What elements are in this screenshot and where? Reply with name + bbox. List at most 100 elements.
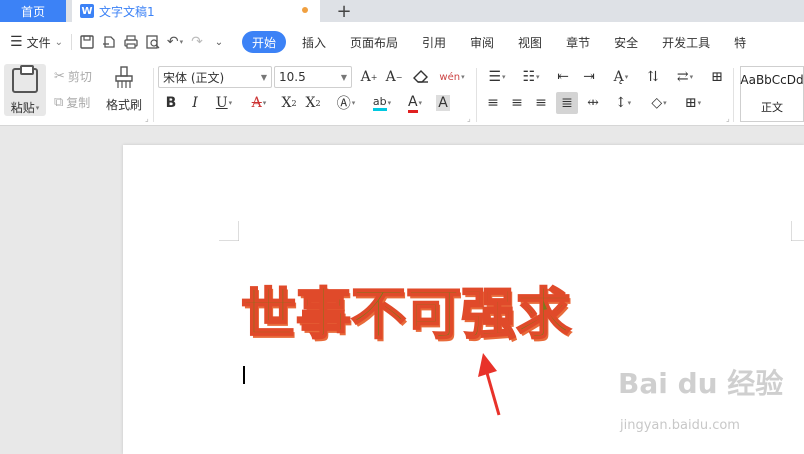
shrink-font-button[interactable]: A − [383,66,405,88]
chevron-down-icon: ▾ [351,99,356,107]
tab-chapter[interactable]: 章节 [554,31,602,53]
font-dialog-launcher-icon[interactable]: ⌟ [467,114,471,123]
ribbon-divider [733,68,734,122]
text-direction-icon: Ą [613,69,624,85]
save-icon[interactable] [76,30,98,54]
print-preview-icon[interactable] [142,30,164,54]
print-icon[interactable] [120,30,142,54]
format-painter-button[interactable]: 格式刷 [104,66,144,113]
borders-button[interactable]: ⊞ ▾ [678,92,708,114]
subscript-button[interactable]: X2 [302,92,324,114]
text-effects-icon: Ⓐ [336,96,351,112]
chevron-down-icon: ▼ [260,72,267,82]
chevron-down-icon: ⌄ [54,36,63,48]
numbered-list-icon: ☷ [522,69,536,85]
bold-button[interactable]: B [160,92,182,114]
increase-indent-button[interactable]: ⇥ [578,66,600,88]
phonetic-label: wén [439,71,461,83]
copy-icon: ⧉ [54,95,64,110]
ribbon-divider [476,68,477,122]
file-menu-label: 文件 [26,35,51,50]
tab-start[interactable]: 开始 [241,31,286,53]
phonetic-guide-button[interactable]: wén ▾ [436,66,468,88]
table-layout-icon[interactable]: ⊞ [706,66,728,88]
document-tab-title: 文字文稿1 [99,4,155,19]
format-painter-label: 格式刷 [105,98,142,112]
scissors-icon: ✂ [54,69,65,84]
text-effects-button[interactable]: Ⓐ ▾ [330,92,362,114]
chevron-down-icon: ▾ [387,99,392,107]
tab-document[interactable]: W 文字文稿1 [72,0,320,22]
shading-button[interactable]: ◇ ▾ [644,92,674,114]
chevron-down-icon: ▾ [262,99,267,107]
italic-button[interactable]: I [184,92,206,114]
line-spacing-toggle-button[interactable]: ⇄ ▾ [670,66,700,88]
font-family-value: 宋体 (正文) [163,70,225,85]
tab-review[interactable]: 审阅 [458,31,506,53]
customize-quick-access-icon[interactable]: ⌄ [208,30,230,54]
decrease-indent-button[interactable]: ⇤ [552,66,574,88]
style-normal-preview[interactable]: AaBbCcDd 正文 [740,66,804,122]
cut-button[interactable]: ✂ 剪切 [54,68,92,85]
chevron-down-icon: ▾ [536,73,540,81]
redo-icon[interactable]: ↷ [186,30,208,54]
tab-insert[interactable]: 插入 [290,31,338,53]
underline-button[interactable]: U ▾ [208,92,240,114]
unsaved-indicator-icon [302,7,308,13]
font-size-select[interactable]: 10.5 ▼ [274,66,352,88]
highlight-button[interactable]: ab ▾ [366,92,398,114]
chevron-down-icon: ▾ [627,99,632,107]
chevron-down-icon: ▾ [689,73,694,81]
tab-security[interactable]: 安全 [602,31,650,53]
line-spacing-button[interactable]: ↕ ▾ [608,92,638,114]
text-direction-button[interactable]: Ą ▾ [606,66,636,88]
numbering-button[interactable]: ☷ ▾ [516,66,546,88]
clear-formatting-icon[interactable] [410,66,432,88]
tab-developer[interactable]: 开发工具 [650,31,722,53]
bullet-list-icon: ☰ [488,69,502,85]
tab-home[interactable]: 首页 [0,0,66,22]
watermark-brand: Bai du 经验 [618,367,784,400]
chevron-down-icon: ▾ [35,103,40,112]
font-color-button[interactable]: A ▾ [400,92,430,114]
align-left-button[interactable]: ≡ [482,92,504,114]
clipboard-dialog-launcher-icon[interactable]: ⌟ [145,114,149,123]
style-preview-text: AaBbCcDd [740,73,804,87]
tab-special[interactable]: 特 [722,31,746,53]
distribute-button[interactable]: ⇹ [582,92,604,114]
new-tab-button[interactable]: + [334,0,354,22]
paste-button[interactable]: 粘贴 ▾ [4,64,46,116]
margin-corner-mark [219,221,239,241]
paintbrush-icon [115,66,133,88]
undo-icon[interactable]: ↶ ▾ [164,30,186,54]
watermark-url: jingyan.baidu.com [620,418,740,433]
margin-corner-mark [791,221,804,241]
tab-page-layout[interactable]: 页面布局 [338,31,410,53]
font-family-select[interactable]: 宋体 (正文) ▼ [158,66,272,88]
character-shading-button[interactable]: A [432,92,454,114]
chevron-down-icon: ▾ [418,99,423,107]
export-icon[interactable] [98,30,120,54]
highlighter-icon: ab [372,95,387,111]
font-size-value: 10.5 [279,70,306,84]
align-right-button[interactable]: ≡ [530,92,552,114]
document-heading-text[interactable]: 世事不可强求 [240,269,572,349]
align-center-button[interactable]: ≡ [506,92,528,114]
file-menu-button[interactable]: ☰ 文件 ⌄ [6,30,67,54]
tab-view[interactable]: 视图 [506,31,554,53]
bullets-button[interactable]: ☰ ▾ [482,66,512,88]
character-shading-icon: A [436,95,450,111]
chevron-down-icon: ▾ [697,99,702,107]
superscript-button[interactable]: X2 [278,92,300,114]
font-color-icon: A [407,94,418,113]
clipboard-icon [12,65,38,93]
tab-references[interactable]: 引用 [410,31,458,53]
hamburger-icon: ☰ [10,34,23,50]
justify-button[interactable]: ≣ [556,92,578,114]
copy-button[interactable]: ⧉ 复制 [54,94,90,111]
paragraph-dialog-launcher-icon[interactable]: ⌟ [726,114,730,123]
sort-button[interactable]: ⇅ [642,66,664,88]
grow-font-button[interactable]: A + [358,66,380,88]
chevron-down-icon: ▾ [624,73,629,81]
strikethrough-button[interactable]: A ▾ [244,92,274,114]
